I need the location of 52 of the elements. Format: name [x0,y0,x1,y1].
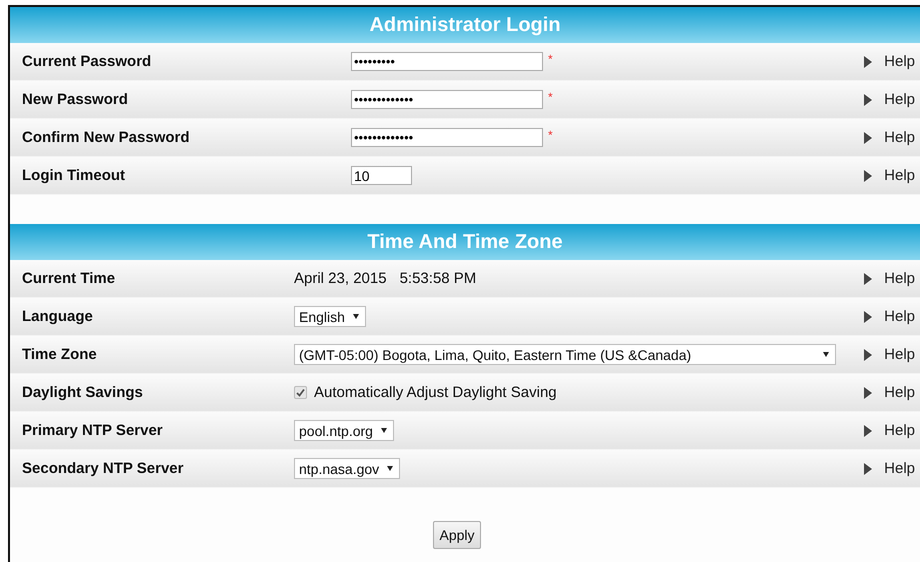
section-header: Administrator Login [10,7,920,43]
field-label: Login Timeout [21,167,126,184]
field-label: Confirm New Password [21,129,191,146]
required-mark: * [548,128,553,142]
triangle-icon [864,170,872,182]
triangle-icon [864,94,872,106]
time-text: 5:53:58 PM [400,270,476,287]
field-label: New Password [21,91,129,108]
help-link[interactable]: Help [884,129,915,146]
field-label: Current Password [21,53,152,70]
dropdown[interactable]: pool.ntp.org [294,420,394,441]
help-link[interactable]: Help [884,308,915,325]
help-link[interactable]: Help [884,422,915,439]
section-header: Time And Time Zone [10,224,920,260]
triangle-icon [864,424,872,436]
help-link[interactable]: Help [884,91,915,108]
field-label: Current Time [21,270,116,287]
dropdown[interactable]: ntp.nasa.gov [294,458,400,479]
input-field[interactable]: ••••••••••••• [351,90,543,109]
checkbox-label: Automatically Adjust Daylight Saving [314,384,557,401]
help-link[interactable]: Help [884,460,915,477]
required-mark: * [548,90,553,104]
apply-button[interactable]: Apply [433,521,481,549]
field-label: Time Zone [21,346,98,363]
field-label: Secondary NTP Server [21,460,184,477]
caret-icon [387,466,394,471]
triangle-icon [864,56,872,68]
triangle-icon [864,310,872,322]
help-link[interactable]: Help [884,270,915,287]
input-field[interactable]: 10 [351,166,412,185]
help-link[interactable]: Help [884,167,915,184]
input-field[interactable]: ••••••••••••• [351,128,543,147]
field-label: Language [21,308,94,325]
date-text: April 23, 2015 [294,270,387,287]
dropdown[interactable]: (GMT-05:00) Bogota, Lima, Quito, Eastern Time (US &Canada) [294,344,836,365]
caret-icon [380,428,387,433]
required-mark: * [548,52,553,66]
field-label: Daylight Savings [21,384,144,401]
dropdown[interactable]: English [294,306,366,327]
help-link[interactable]: Help [884,53,915,70]
triangle-icon [864,348,872,360]
triangle-icon [864,386,872,398]
caret-icon [823,352,829,357]
help-link[interactable]: Help [884,346,915,363]
triangle-icon [864,132,872,144]
triangle-icon [864,462,872,474]
triangle-icon [864,272,872,284]
input-field[interactable]: ••••••••• [351,52,543,71]
field-label: Primary NTP Server [21,422,164,439]
checkbox[interactable] [294,386,307,399]
help-link[interactable]: Help [884,384,915,401]
caret-icon [352,314,359,319]
